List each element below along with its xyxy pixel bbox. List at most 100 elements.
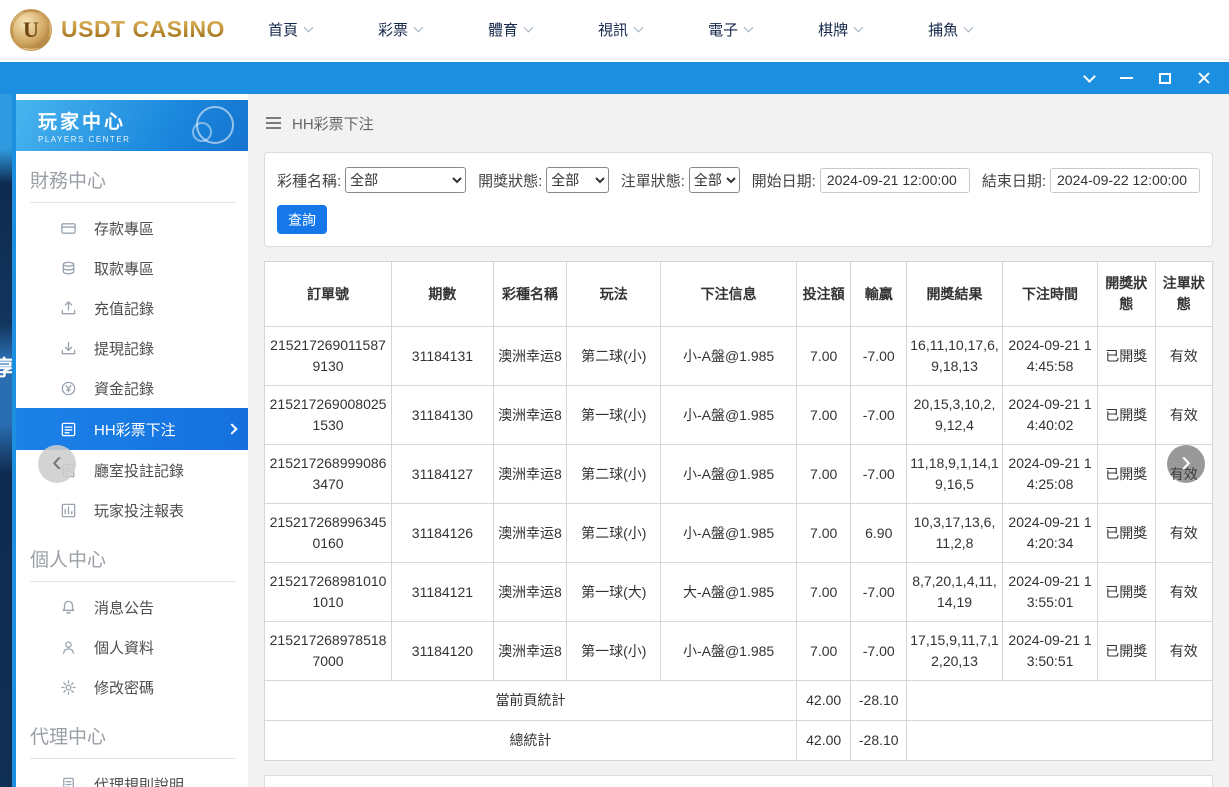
sidebar-item-label: 代理規則說明 — [94, 776, 185, 787]
table-cell: 澳洲幸运8 — [492, 385, 568, 445]
summary-bet-total: 42.00 — [795, 720, 852, 761]
background-partial-text: 享 — [0, 357, 12, 380]
table-cell: 澳洲幸运8 — [492, 503, 568, 563]
table-cell: 7.00 — [795, 621, 852, 681]
carousel-next-button[interactable] — [1167, 445, 1205, 483]
table-cell: 31184131 — [391, 326, 494, 386]
logo-text: USDT CASINO — [61, 16, 225, 42]
logo-icon: U — [10, 8, 52, 51]
table-cell: 2024-09-21 14:45:58 — [1002, 326, 1099, 386]
sidebar: 玩家中心 PLAYERS CENTER 財務中心 存款專區 取款專區 充值記錄 提現記錄… — [16, 94, 248, 787]
sidebar-item-label: HH彩票下注 — [94, 421, 176, 439]
nav-item-label: 捕魚 — [928, 22, 959, 39]
nav-item-4[interactable]: 電子 — [675, 0, 785, 60]
recharge-record-icon — [60, 299, 78, 317]
agent-rules-icon — [60, 775, 78, 787]
chevron-down-icon — [303, 22, 314, 33]
sidebar-item-label: 提現記錄 — [94, 340, 155, 358]
logo[interactable]: U USDT CASINO — [0, 8, 235, 51]
sidebar-item-announcement[interactable]: 消息公告 — [16, 587, 248, 627]
search-button[interactable]: 查詢 — [277, 205, 327, 234]
nav-item-6[interactable]: 捕魚 — [895, 0, 1005, 60]
table-header-cell: 開獎狀態 — [1097, 261, 1156, 327]
table-cell: 澳洲幸运8 — [492, 621, 568, 681]
sidebar-item-label: 消息公告 — [94, 599, 155, 617]
sidebar-item-cashout-record[interactable]: 提現記錄 — [16, 328, 248, 368]
sidebar-item-password[interactable]: 修改密碼 — [16, 667, 248, 707]
table-cell: -7.00 — [850, 444, 907, 504]
start-date-label: 開始日期: — [751, 172, 816, 190]
table-header-cell: 彩種名稱 — [492, 261, 568, 327]
nav-item-label: 棋牌 — [818, 22, 849, 39]
table-row: 2152172690080251530 31184130 澳洲幸运8 第一球(小) 小-… — [263, 385, 1214, 445]
cashout-record-icon — [60, 339, 78, 357]
sidebar-item-funds-record[interactable]: 資金記錄 — [16, 368, 248, 408]
chevron-down-icon — [523, 22, 534, 33]
table-cell: 7.00 — [795, 562, 852, 622]
sidebar-item-lottery-bet[interactable]: HH彩票下注 — [16, 408, 248, 450]
table-cell: -7.00 — [850, 385, 907, 445]
sidebar-item-recharge-record[interactable]: 充值記錄 — [16, 288, 248, 328]
start-date-input[interactable] — [819, 167, 970, 193]
summary-label: 當前頁統計 — [264, 680, 797, 721]
sidebar-item-agent-rules[interactable]: 代理規則說明 — [16, 764, 248, 787]
table-cell: 2024-09-21 13:55:01 — [1002, 562, 1099, 622]
menu-toggle-icon[interactable] — [266, 114, 281, 132]
logo-letter: U — [23, 16, 39, 42]
filter-panel: 彩種名稱: 全部 開獎狀態: 全部 注單狀態: 全部 開始日期: 結束日期: 查… — [264, 152, 1213, 247]
sidebar-item-player-report[interactable]: 玩家投注報表 — [16, 490, 248, 530]
chevron-down-icon — [633, 22, 644, 33]
bets-table-panel: 訂單號 期數 彩種名稱 玩法 下注信息 投注額 輸贏 開獎結果 下注時間 開獎狀態 注單狀態 215… — [263, 261, 1214, 761]
table-cell: 2152172689785187000 — [263, 621, 393, 681]
nav-item-5[interactable]: 棋牌 — [785, 0, 895, 60]
nav-item-1[interactable]: 彩票 — [345, 0, 455, 60]
end-date-input[interactable] — [1050, 167, 1200, 193]
table-cell: 31184121 — [391, 562, 494, 622]
nav-item-0[interactable]: 首頁 — [235, 0, 345, 60]
table-cell: 2024-09-21 13:50:51 — [1002, 621, 1099, 681]
lottery-name-select[interactable]: 全部 — [345, 167, 467, 193]
profile-icon — [60, 638, 78, 656]
table-header-cell: 期數 — [391, 261, 494, 327]
window-minimize-icon[interactable] — [1120, 77, 1133, 79]
nav-item-2[interactable]: 體育 — [455, 0, 565, 60]
window-collapse-icon[interactable] — [1083, 69, 1096, 83]
order-status-select[interactable]: 全部 — [688, 167, 740, 193]
summary-empty-cell — [906, 720, 1213, 761]
announcement-icon — [60, 598, 78, 616]
nav-item-label: 電子 — [708, 22, 739, 39]
sidebar-item-profile[interactable]: 個人資料 — [16, 627, 248, 667]
nav-item-label: 彩票 — [378, 22, 409, 39]
page-title: HH彩票下注 — [292, 115, 374, 133]
chevron-down-icon — [413, 22, 424, 33]
nav-item-3[interactable]: 視訊 — [565, 0, 675, 60]
carousel-prev-button[interactable] — [38, 445, 76, 483]
table-row: 2152172689963450160 31184126 澳洲幸运8 第二球(小) 小-… — [263, 503, 1214, 563]
draw-status-select[interactable]: 全部 — [546, 167, 609, 193]
filter-row: 彩種名稱: 全部 開獎狀態: 全部 注單狀態: 全部 開始日期: 結束日期: — [277, 167, 1200, 193]
table-cell: 31184130 — [391, 385, 494, 445]
table-cell: 2152172689963450160 — [263, 503, 393, 563]
table-header-cell: 玩法 — [566, 261, 662, 327]
table-row: 2152172689990863470 31184127 澳洲幸运8 第二球(小) 小-… — [263, 444, 1214, 504]
sidebar-item-label: 充值記錄 — [94, 300, 155, 318]
table-cell: 第一球(大) — [566, 562, 662, 622]
lottery-bet-icon — [60, 420, 78, 438]
sidebar-item-label: 個人資料 — [94, 639, 155, 657]
sidebar-item-withdraw[interactable]: 取款專區 — [16, 248, 248, 288]
sidebar-item-deposit[interactable]: 存款專區 — [16, 208, 248, 248]
table-cell: 2152172690115879130 — [263, 326, 393, 386]
table-cell: 2024-09-21 14:20:34 — [1002, 503, 1099, 563]
window-maximize-icon[interactable] — [1159, 72, 1171, 84]
nav-item-label: 體育 — [488, 22, 519, 39]
bets-table: 訂單號 期數 彩種名稱 玩法 下注信息 投注額 輸贏 開獎結果 下注時間 開獎狀態 注單狀態 215… — [263, 261, 1214, 761]
withdraw-icon — [60, 259, 78, 277]
table-cell: 第一球(小) — [566, 621, 662, 681]
table-cell: 第二球(小) — [566, 444, 662, 504]
top-nav: 首頁 彩票 體育 視訊 電子 棋牌 捕魚 — [235, 0, 1005, 60]
window-close-icon[interactable] — [1197, 71, 1211, 85]
summary-winloss-total: -28.10 — [850, 680, 907, 721]
table-row: 2152172689810101010 31184121 澳洲幸运8 第一球(大) 大-… — [263, 562, 1214, 622]
table-cell: 6.90 — [850, 503, 907, 563]
table-cell: -7.00 — [850, 326, 907, 386]
